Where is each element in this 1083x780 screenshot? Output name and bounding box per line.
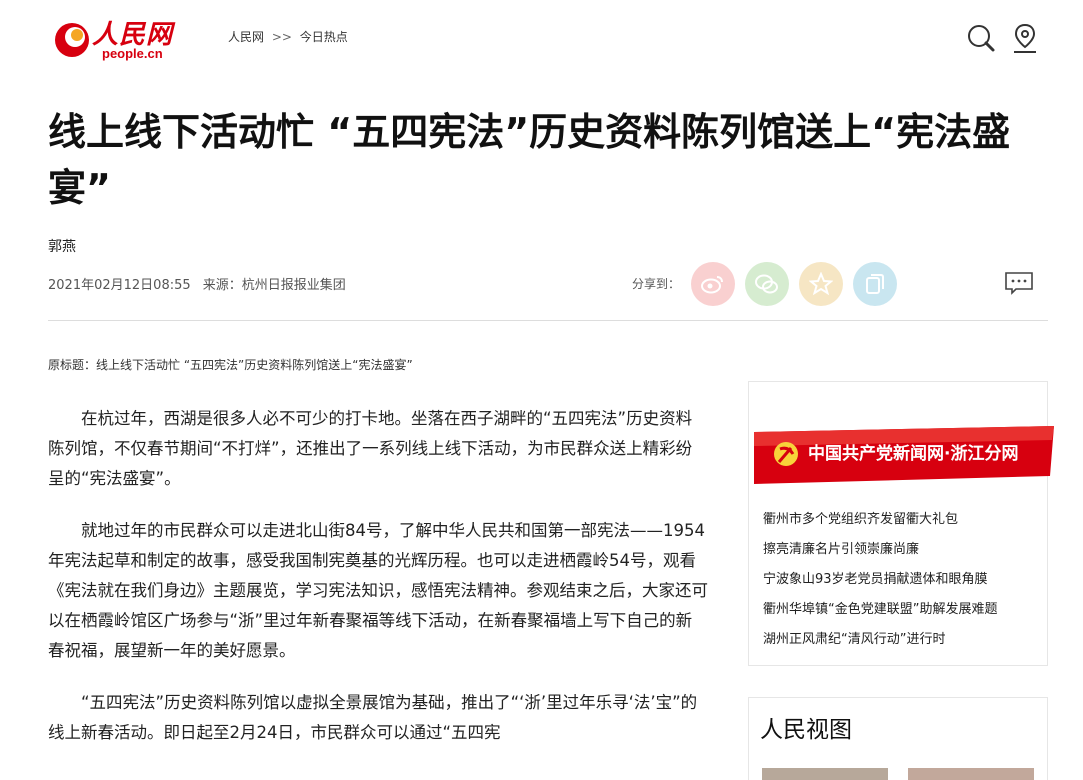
logo-domain: people.cn [102, 46, 163, 61]
weibo-icon [701, 276, 723, 294]
article-paragraph: 在杭过年，西湖是很多人必不可少的打卡地。坐落在西子湖畔的“五四宪法”历史资料陈列… [48, 409, 693, 488]
news-link[interactable]: 宁波象山93岁老党员捐献遗体和眼角膜 [763, 565, 1043, 595]
article-author: 郭燕 [48, 239, 76, 255]
wechat-icon [755, 274, 778, 294]
party-news-list: 衢州市多个党组织齐发留衢大礼包 擦亮清廉名片引领崇廉尚廉 宁波象山93岁老党员捐… [763, 505, 1043, 655]
publish-date: 2021年02月12日08:55 [48, 278, 191, 293]
breadcrumb-home[interactable]: 人民网 [228, 30, 264, 44]
breadcrumb-separator: >> [271, 30, 292, 44]
news-link[interactable]: 湖州正风肃纪“清风行动”进行时 [763, 625, 1043, 655]
weibo-share-button[interactable] [691, 262, 735, 306]
article-meta: 2021年02月12日08:55 来源：杭州日报报业集团 [48, 274, 354, 293]
party-news-banner[interactable]: 中国共产党新闻网·浙江分网 [754, 426, 1054, 484]
article-paragraph: “五四宪法”历史资料陈列馆以虚拟全景展馆为基础，推出了“‘浙’里过年乐寻‘法’宝… [48, 693, 698, 742]
breadcrumb-today-hot[interactable]: 今日热点 [300, 30, 348, 44]
breadcrumb: 人民网 >> 今日热点 [228, 28, 352, 45]
site-header: 人民网 people.cn 人民网 >> 今日热点 [0, 0, 1083, 80]
people-logo[interactable]: 人民网 people.cn [52, 14, 182, 64]
favorite-share-button[interactable] [799, 262, 843, 306]
banner-title: 中国共产党新闻网·浙江分网 [808, 444, 1019, 464]
comment-icon [1005, 272, 1033, 295]
header-divider [48, 320, 1048, 321]
logo-swirl-icon [55, 23, 89, 57]
news-link[interactable]: 擦亮清廉名片引领崇廉尚廉 [763, 535, 1043, 565]
share-label: 分享到： [632, 277, 681, 291]
people-photos-title: 人民视图 [760, 717, 852, 743]
article-source[interactable]: 来源：杭州日报报业集团 [203, 278, 346, 293]
photo-thumbnail[interactable] [762, 768, 888, 780]
search-icon[interactable] [966, 22, 996, 54]
location-icon[interactable] [1012, 22, 1042, 54]
original-title: 原标题：线上线下活动忙 “五四宪法”历史资料陈列馆送上“宪法盛宴” [48, 358, 413, 372]
article-paragraph: 就地过年的市民群众可以走进北山街84号，了解中华人民共和国第一部宪法——1954… [48, 521, 708, 660]
copy-icon [866, 274, 884, 294]
comment-button[interactable] [1004, 271, 1034, 295]
news-link[interactable]: 衢州市多个党组织齐发留衢大礼包 [763, 505, 1043, 535]
article-title: 线上线下活动忙 “五四宪法”历史资料陈列馆送上“宪法盛宴” [48, 110, 1011, 210]
news-link[interactable]: 衢州华埠镇“金色党建联盟”助解发展难题 [763, 595, 1043, 625]
article-body: 在杭过年，西湖是很多人必不可少的打卡地。坐落在西子湖畔的“五四宪法”历史资料陈列… [48, 404, 708, 770]
copy-link-button[interactable] [853, 262, 897, 306]
wechat-share-button[interactable] [745, 262, 789, 306]
photo-thumbnail[interactable] [908, 768, 1034, 780]
star-icon [809, 272, 833, 296]
